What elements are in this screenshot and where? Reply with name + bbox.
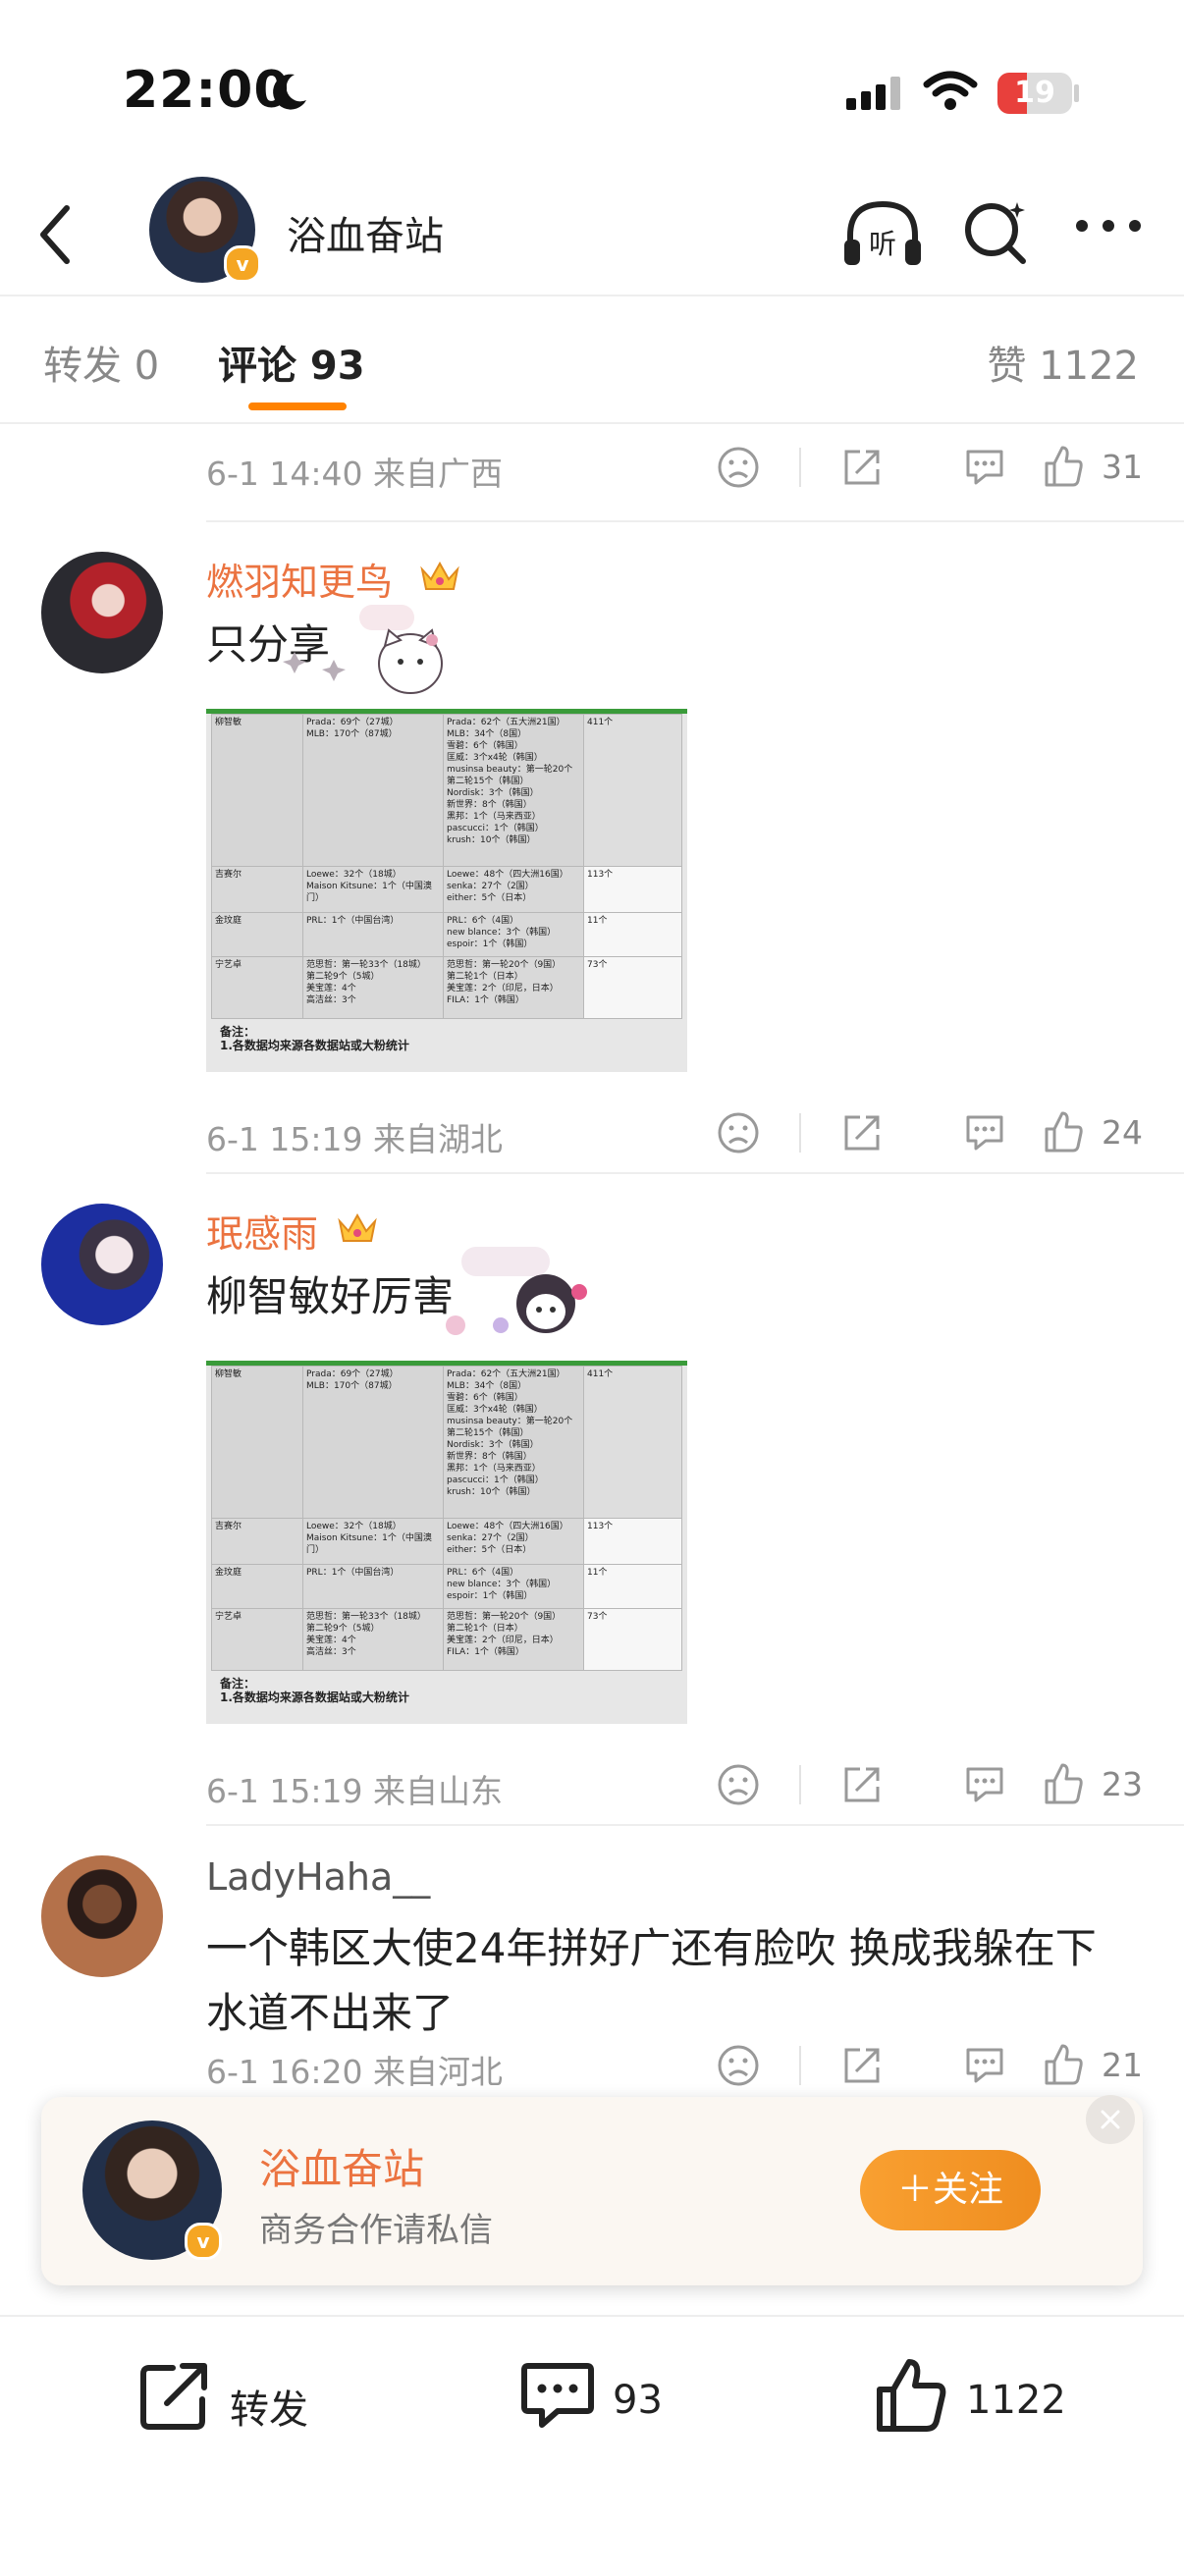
commenter-name[interactable]: 珉感雨 bbox=[206, 1204, 318, 1258]
author-name[interactable]: 浴血奋站 bbox=[287, 204, 444, 261]
share-icon[interactable] bbox=[840, 1763, 884, 1806]
verified-badge-icon: v bbox=[185, 2223, 222, 2260]
comment-item: LadyHaha__ 一个韩区大使24年拼好广还有脸吹 换成我躲在下水道不出来了… bbox=[0, 1826, 1184, 2099]
like-count: 1122 bbox=[966, 2378, 1066, 2423]
repost-icon bbox=[140, 2363, 207, 2430]
wifi-icon bbox=[923, 71, 978, 110]
reply-icon[interactable] bbox=[962, 1111, 1007, 1154]
dislike-icon[interactable] bbox=[717, 2044, 760, 2087]
moon-icon bbox=[273, 74, 306, 110]
ranking-table: 柳智敏 Prada：69个（27城） MLB：170个（87城） Prada：62个… bbox=[211, 714, 682, 1019]
author-avatar[interactable]: v bbox=[149, 177, 261, 283]
kuromi-sticker-icon bbox=[446, 1247, 587, 1335]
follow-author-card: v 浴血奋站 商务合作请私信 ＋关注 bbox=[41, 2095, 1143, 2285]
share-icon[interactable] bbox=[840, 446, 884, 489]
repost-button[interactable]: 转发 bbox=[135, 2356, 332, 2444]
tab-repost[interactable]: 转发 0 bbox=[43, 334, 159, 391]
comment-meta: 6-1 16:20 来自河北 bbox=[206, 2053, 503, 2091]
battery-level: 19 bbox=[1014, 76, 1055, 110]
back-icon[interactable] bbox=[31, 200, 81, 269]
like-count: 24 bbox=[1102, 1113, 1143, 1152]
comment-item: 珉感雨 柳智敏好厉害 柳智敏 Prada：69个（27城） MLB：170个（87… bbox=[0, 1174, 1184, 1810]
verified-badge-icon: v bbox=[224, 245, 261, 283]
more-options-icon[interactable] bbox=[1074, 216, 1143, 236]
battery-indicator: 19 bbox=[997, 73, 1072, 114]
like-thumb-icon[interactable] bbox=[1041, 1109, 1086, 1154]
like-count: 23 bbox=[1102, 1765, 1143, 1803]
reply-icon[interactable] bbox=[962, 1763, 1007, 1806]
commenter-name[interactable]: 燃羽知更鸟 bbox=[206, 552, 393, 606]
ranking-table: 柳智敏 Prada：69个（27城） MLB：170个（87城） Prada：62个… bbox=[211, 1366, 682, 1671]
tab-likes[interactable]: 赞 1122 bbox=[987, 334, 1139, 391]
like-thumb-icon[interactable] bbox=[1041, 2042, 1086, 2087]
card-author-description: 商务合作请私信 bbox=[259, 2211, 493, 2250]
listen-headphones-icon[interactable]: 听 bbox=[842, 196, 923, 269]
like-thumb-icon bbox=[877, 2359, 946, 2432]
like-count: 21 bbox=[1102, 2046, 1143, 2084]
like-thumb-icon[interactable] bbox=[1041, 444, 1086, 489]
post-header: v 浴血奋站 听 bbox=[0, 177, 1184, 296]
close-icon bbox=[1101, 2110, 1120, 2129]
card-author-name[interactable]: 浴血奋站 bbox=[259, 2136, 424, 2196]
like-button[interactable]: 1122 bbox=[872, 2356, 1088, 2444]
bottom-action-bar: 转发 93 1122 bbox=[0, 2315, 1184, 2576]
like-count: 31 bbox=[1102, 448, 1143, 486]
comment-meta: 6-1 15:19 来自山东 bbox=[206, 1772, 503, 1810]
commenter-avatar[interactable] bbox=[41, 1204, 163, 1325]
comment-image-attachment[interactable]: 柳智敏 Prada：69个（27城） MLB：170个（87城） Prada：62个… bbox=[206, 1361, 687, 1724]
cat-sticker-icon bbox=[283, 605, 443, 694]
comment-action-row: 6-1 16:20 来自河北 21 bbox=[206, 2022, 1143, 2099]
commenter-avatar[interactable] bbox=[41, 1855, 163, 1977]
dislike-icon[interactable] bbox=[717, 1763, 760, 1806]
share-icon[interactable] bbox=[840, 1111, 884, 1154]
post-tabs: 转发 0 评论 93 赞 1122 bbox=[0, 296, 1184, 424]
share-icon[interactable] bbox=[840, 2044, 884, 2087]
close-card-button[interactable] bbox=[1086, 2095, 1135, 2144]
like-thumb-icon[interactable] bbox=[1041, 1761, 1086, 1806]
reply-icon[interactable] bbox=[962, 2044, 1007, 2087]
repost-label: 转发 bbox=[230, 2388, 308, 2433]
comment-meta: 6-1 14:40 来自广西 bbox=[206, 455, 503, 493]
search-icon[interactable] bbox=[962, 198, 1031, 267]
svg-text:听: 听 bbox=[869, 228, 896, 260]
status-bar: 22:00 19 bbox=[0, 0, 1184, 177]
commenter-name[interactable]: LadyHaha__ bbox=[206, 1855, 430, 1899]
card-author-avatar[interactable]: v bbox=[82, 2120, 222, 2260]
comment-action-row: 6-1 15:19 来自湖北 24 bbox=[206, 1090, 1143, 1178]
crown-badge-icon bbox=[338, 1212, 377, 1242]
comment-item: 燃羽知更鸟 只分享 柳智敏 Prada：69个（27城） MLB：170个（87城… bbox=[0, 522, 1184, 1158]
comment-meta: 6-1 15:19 来自湖北 bbox=[206, 1120, 503, 1158]
dislike-icon[interactable] bbox=[717, 446, 760, 489]
tab-comments[interactable]: 评论 93 bbox=[218, 334, 365, 391]
comment-bubble-icon bbox=[521, 2363, 594, 2428]
comment-action-row: 6-1 15:19 来自山东 23 bbox=[206, 1742, 1143, 1830]
comment-button[interactable]: 93 bbox=[518, 2356, 695, 2444]
reply-icon[interactable] bbox=[962, 446, 1007, 489]
follow-button[interactable]: ＋关注 bbox=[860, 2150, 1041, 2230]
comment-action-row: 6-1 14:40 来自广西 31 bbox=[206, 424, 1143, 512]
active-tab-indicator bbox=[248, 402, 347, 410]
crown-badge-icon bbox=[420, 561, 459, 590]
comment-count: 93 bbox=[613, 2378, 663, 2423]
comment-image-attachment[interactable]: 柳智敏 Prada：69个（27城） MLB：170个（87城） Prada：62个… bbox=[206, 709, 687, 1072]
comment-text: 柳智敏好厉害 bbox=[206, 1272, 455, 1320]
comment-feed[interactable]: 6-1 14:40 来自广西 31 燃羽知更鸟 只分享 柳智敏 Prada：69个… bbox=[0, 424, 1184, 2099]
signal-icon bbox=[846, 77, 900, 110]
commenter-avatar[interactable] bbox=[41, 552, 163, 673]
dislike-icon[interactable] bbox=[717, 1111, 760, 1154]
